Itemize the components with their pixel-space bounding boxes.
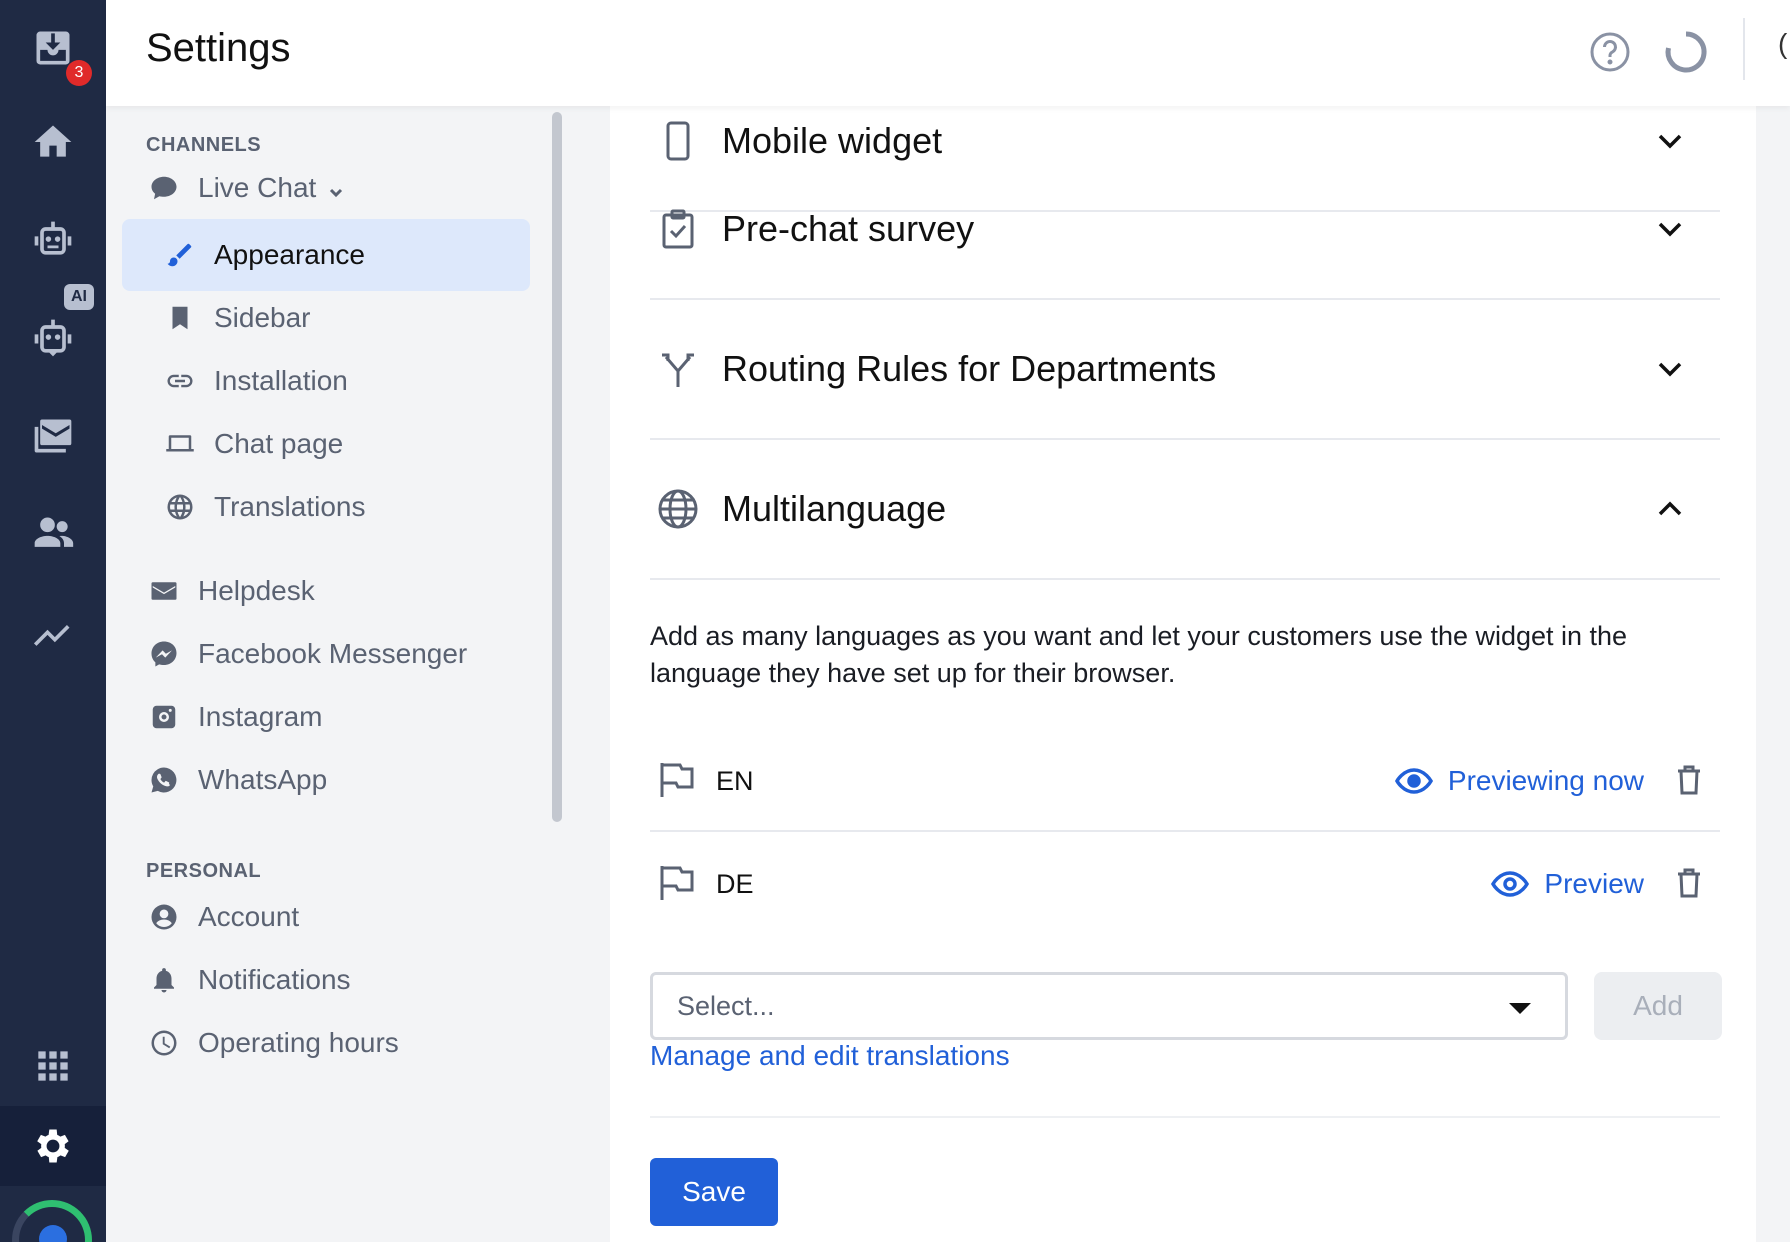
select-placeholder: Select... — [677, 990, 775, 1021]
contacts-icon[interactable] — [0, 494, 106, 574]
sidebar-item-label: Translations — [214, 491, 366, 522]
chevron-down-icon — [1650, 209, 1690, 249]
sidebar-item-label: Facebook Messenger — [198, 638, 468, 669]
personal-heading: PERSONAL — [146, 860, 262, 882]
eye-icon — [1491, 871, 1530, 897]
sidebar-item-facebook-messenger[interactable]: Facebook Messenger — [122, 618, 530, 690]
inbox-badge: 3 — [66, 60, 92, 86]
link-icon — [160, 361, 200, 401]
chevron-up-icon — [1650, 489, 1690, 529]
trash-icon[interactable] — [1672, 866, 1708, 902]
section-title: Mobile widget — [722, 120, 943, 161]
envelope-icon — [144, 571, 184, 611]
brush-icon — [160, 235, 200, 275]
trash-icon[interactable] — [1672, 763, 1708, 799]
header-cut-text: ( — [1778, 28, 1788, 59]
sidebar-item-label: Live Chat — [198, 172, 317, 203]
sidebar-item-label: Chat page — [214, 428, 344, 459]
section-title: Multilanguage — [722, 488, 947, 529]
bookmark-icon — [160, 298, 200, 338]
sidebar-scrollbar[interactable] — [552, 112, 562, 822]
chatbot-icon[interactable] — [0, 298, 106, 378]
chevron-down-icon — [1650, 121, 1690, 161]
chevron-down-icon — [1650, 349, 1690, 389]
sidebar-item-translations[interactable]: Translations — [122, 471, 530, 543]
section-routing-rules[interactable]: Routing Rules for Departments — [650, 300, 1720, 440]
user-circle-icon — [144, 897, 184, 937]
language-code: EN — [716, 765, 754, 796]
sidebar-item-label: Notifications — [198, 964, 351, 995]
language-code: DE — [716, 868, 754, 899]
sidebar-item-label: Sidebar — [214, 302, 311, 333]
settings-icon[interactable] — [0, 1106, 106, 1186]
add-language-button[interactable]: Add — [1594, 972, 1722, 1040]
previewing-now-button[interactable]: Previewing now — [1394, 761, 1644, 801]
sidebar-item-instagram[interactable]: Instagram — [122, 681, 530, 753]
manage-translations-link[interactable]: Manage and edit translations — [650, 1040, 1010, 1072]
preview-label: Preview — [1544, 868, 1644, 899]
whatsapp-icon — [144, 760, 184, 800]
preview-label: Previewing now — [1447, 765, 1644, 796]
flag-icon — [654, 757, 702, 805]
flag-icon — [654, 860, 702, 908]
language-row-de: DE Preview — [650, 834, 1720, 934]
save-button[interactable]: Save — [650, 1158, 778, 1226]
section-title: Pre-chat survey — [722, 208, 975, 249]
sidebar-item-notifications[interactable]: Notifications — [122, 944, 530, 1016]
sidebar-item-label: Account — [198, 901, 300, 932]
sidebar-item-account[interactable]: Account — [122, 881, 530, 953]
chat-bubble-icon — [144, 168, 184, 208]
sidebar-item-installation[interactable]: Installation — [122, 345, 530, 417]
sidebar-item-live-chat[interactable]: Live Chat — [122, 152, 530, 224]
mail-icon[interactable] — [0, 396, 106, 476]
clock-icon — [144, 1023, 184, 1063]
icon-rail: 3 AI — [0, 0, 106, 1242]
analytics-icon[interactable] — [0, 594, 106, 674]
sidebar-item-sidebar[interactable]: Sidebar — [122, 282, 530, 354]
preview-button[interactable]: Preview — [1490, 864, 1644, 904]
eye-icon — [1394, 768, 1433, 794]
clipboard-check-icon — [650, 201, 706, 257]
caret-down-icon — [1509, 1003, 1531, 1014]
language-select[interactable]: Select... — [650, 972, 1568, 1040]
help-icon[interactable] — [1586, 28, 1634, 76]
progress-icon[interactable] — [12, 1200, 92, 1242]
sidebar-item-helpdesk[interactable]: Helpdesk — [122, 555, 530, 627]
sidebar-item-chat-page[interactable]: Chat page — [122, 408, 530, 480]
globe-icon — [650, 481, 706, 537]
globe-icon — [160, 487, 200, 527]
messenger-icon — [144, 634, 184, 674]
sidebar-item-label: WhatsApp — [198, 764, 328, 795]
sidebar-item-label: Installation — [214, 365, 348, 396]
sidebar-item-appearance[interactable]: Appearance — [122, 219, 530, 291]
routing-split-icon — [650, 341, 706, 397]
home-icon[interactable] — [0, 102, 106, 182]
top-header: Settings ( — [106, 0, 1790, 106]
laptop-icon — [160, 424, 200, 464]
section-title: Routing Rules for Departments — [722, 348, 1217, 389]
sidebar-item-operating-hours[interactable]: Operating hours — [122, 1007, 530, 1079]
bell-icon — [144, 960, 184, 1000]
sidebar-item-label: Helpdesk — [198, 575, 315, 606]
settings-sidebar: CHANNELS Live Chat Appearance Sidebar In… — [106, 106, 570, 1242]
sidebar-item-label: Operating hours — [198, 1027, 399, 1058]
divider — [650, 1116, 1720, 1118]
section-pre-chat-survey[interactable]: Pre-chat survey — [650, 160, 1720, 300]
sidebar-item-label: Instagram — [198, 701, 323, 732]
header-divider — [1743, 18, 1745, 80]
sidebar-item-whatsapp[interactable]: WhatsApp — [122, 744, 530, 816]
sidebar-item-label: Appearance — [214, 239, 366, 270]
page-title: Settings — [146, 26, 291, 70]
status-ring-icon[interactable] — [1662, 28, 1710, 76]
instagram-icon — [144, 697, 184, 737]
ai-bot-icon[interactable] — [0, 200, 106, 280]
multilanguage-description: Add as many languages as you want and le… — [650, 621, 1628, 688]
chevron-down-icon — [326, 178, 346, 198]
section-multilanguage[interactable]: Multilanguage — [650, 440, 1720, 580]
apps-grid-icon[interactable] — [0, 1026, 106, 1106]
settings-content: Mobile widget Pre-chat survey Routing Ru… — [610, 106, 1756, 1242]
language-row-en: EN Previewing now — [650, 732, 1720, 832]
